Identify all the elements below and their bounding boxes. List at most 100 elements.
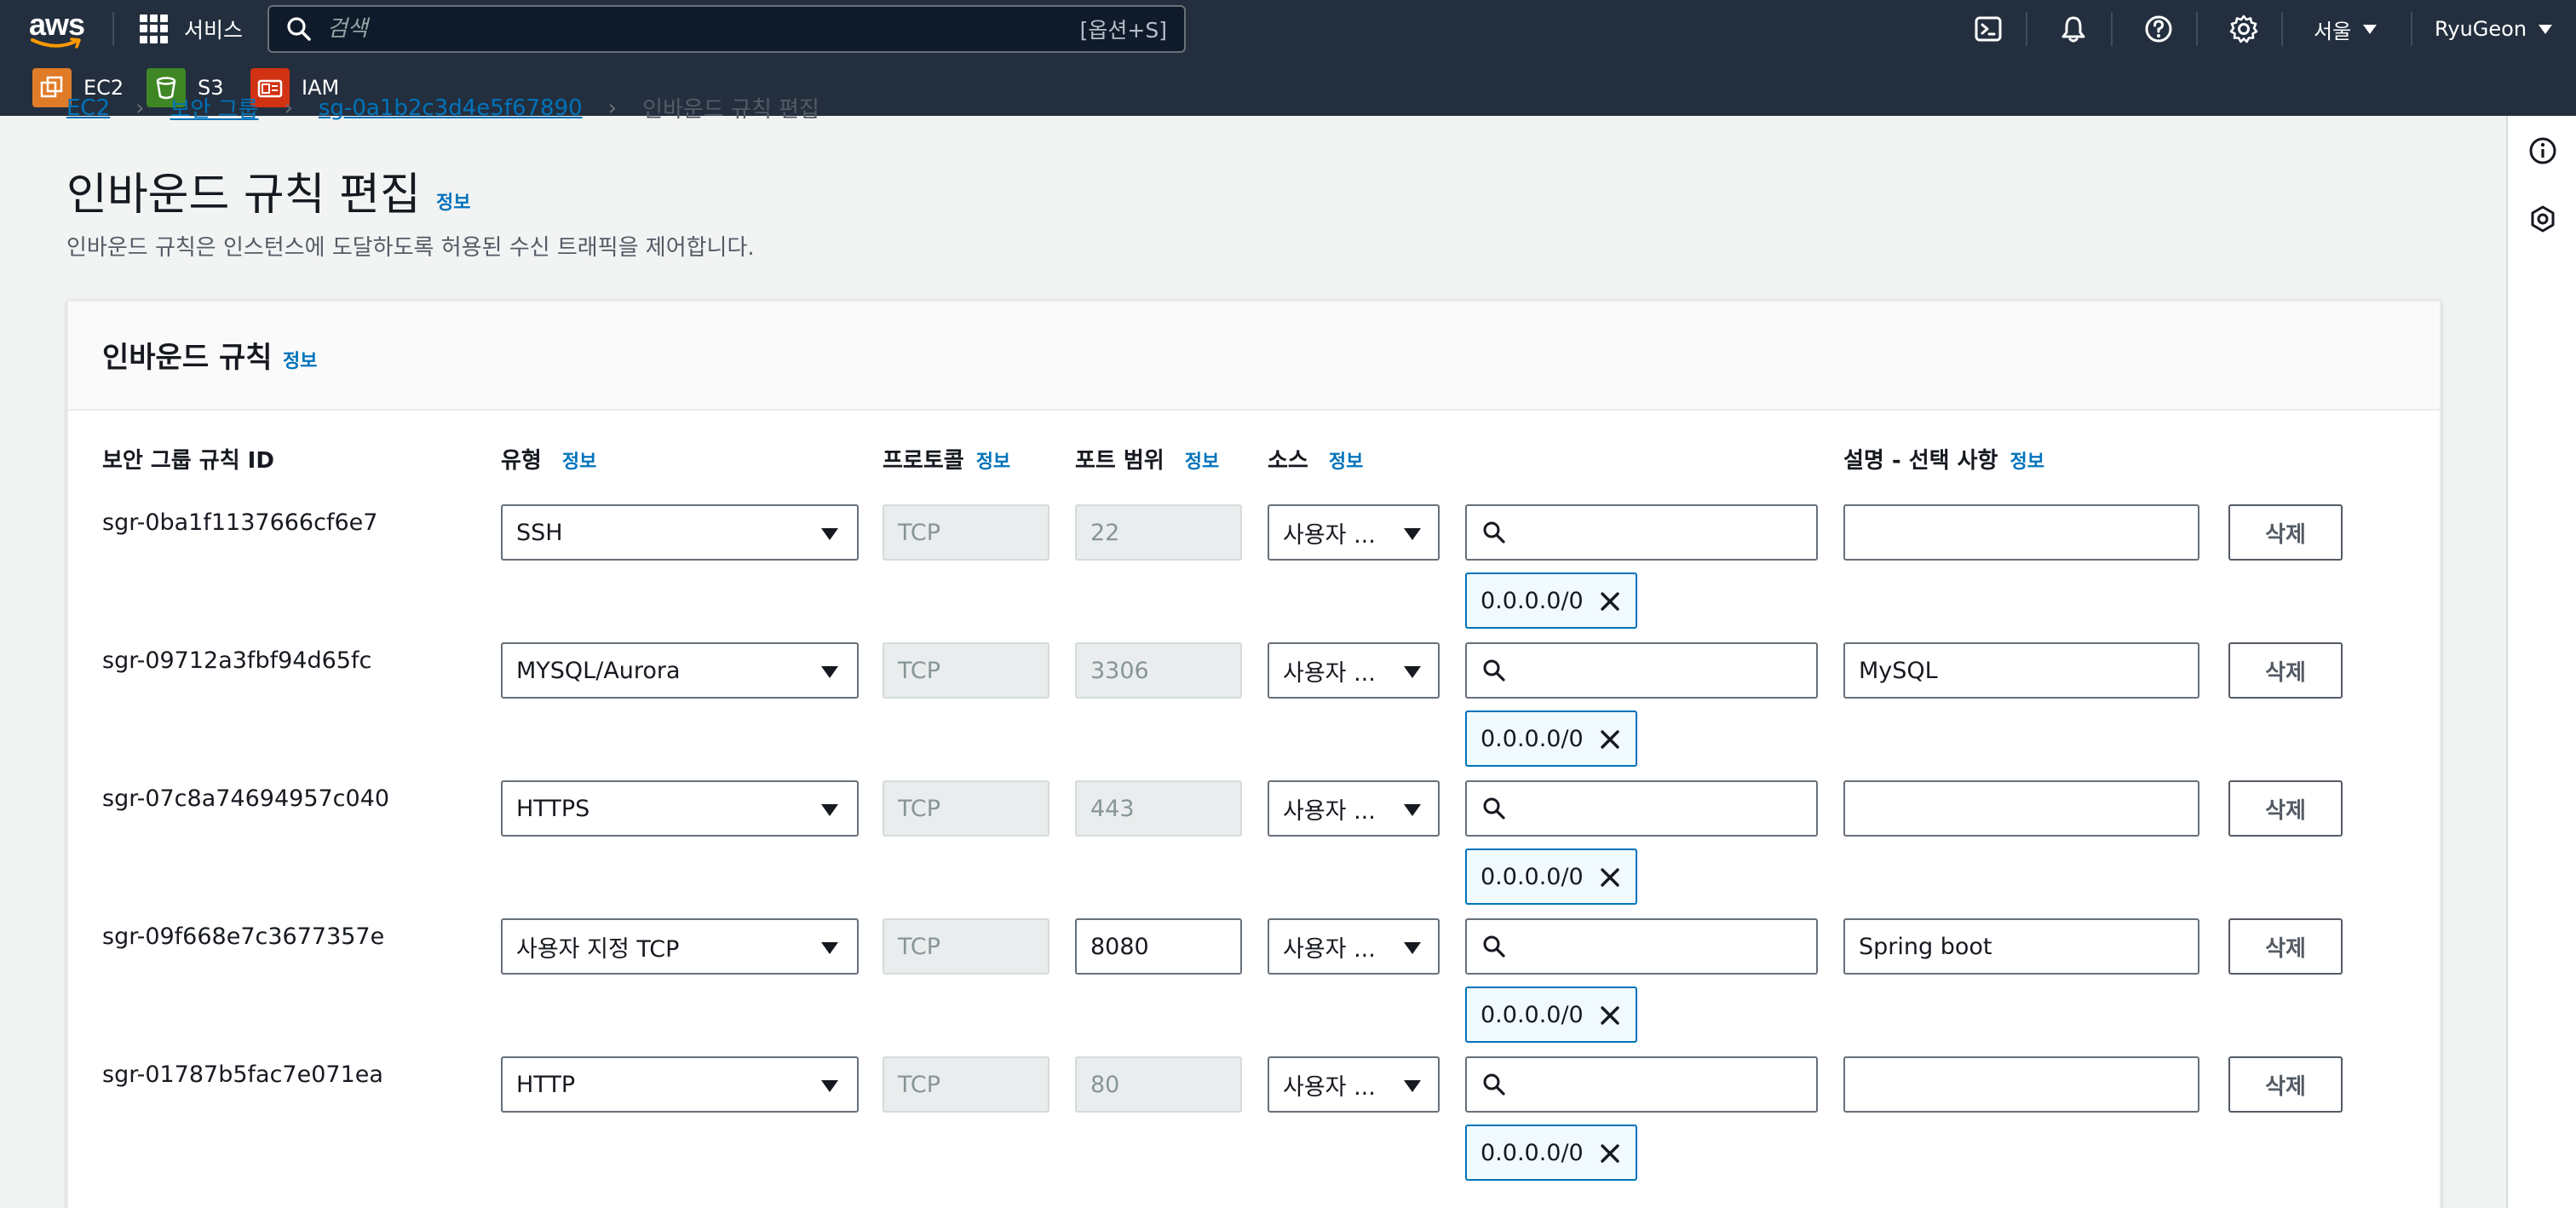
rule-id: sgr-09f668e7c3677357e xyxy=(102,923,385,950)
info-link[interactable]: 정보 xyxy=(562,452,596,473)
close-icon[interactable] xyxy=(1598,1142,1622,1165)
breadcrumb-link[interactable]: EC2 xyxy=(66,95,110,121)
delete-rule-button[interactable]: 삭제 xyxy=(2228,504,2343,561)
description-input[interactable]: Spring boot xyxy=(1843,918,2199,975)
chevron-down-icon xyxy=(2539,24,2553,34)
table-row: sgr-09f668e7c3677357e 사용자 지정 TCP TCP 808… xyxy=(68,918,2440,1056)
type-select[interactable]: SSH xyxy=(501,504,859,561)
description-input[interactable] xyxy=(1843,1056,2199,1113)
cidr-search-input[interactable] xyxy=(1465,1056,1818,1113)
column-header-type: 유형 정보 xyxy=(501,448,597,474)
column-header-rule-id: 보안 그룹 규칙 ID xyxy=(102,448,274,474)
page-info-link[interactable]: 정보 xyxy=(436,187,470,215)
source-type-select[interactable]: 사용자 ... xyxy=(1268,504,1440,561)
settings-gear-icon[interactable] xyxy=(2227,12,2261,46)
services-grid-icon xyxy=(140,14,169,43)
type-select[interactable]: MYSQL/Aurora xyxy=(501,642,859,699)
type-select[interactable]: HTTP xyxy=(501,1056,859,1113)
aws-logo[interactable]: aws xyxy=(29,7,85,49)
caret-down-icon xyxy=(1404,942,1421,954)
caret-down-icon xyxy=(1404,804,1421,816)
nav-divider xyxy=(2111,12,2113,46)
type-select[interactable]: HTTPS xyxy=(501,780,859,837)
cidr-value: 0.0.0.0/0 xyxy=(1481,725,1584,752)
cidr-search-input[interactable] xyxy=(1465,918,1818,975)
search-icon xyxy=(1483,521,1505,544)
search-shortcut-hint: [옵션+S] xyxy=(1079,18,1167,43)
info-link[interactable]: 정보 xyxy=(1185,452,1219,473)
info-link[interactable]: 정보 xyxy=(1329,452,1363,473)
description-input[interactable] xyxy=(1843,780,2199,837)
chevron-down-icon xyxy=(2363,24,2378,34)
cidr-search-input[interactable] xyxy=(1465,642,1818,699)
search-icon xyxy=(1483,1073,1505,1096)
caret-down-icon xyxy=(1404,1080,1421,1092)
table-row: sgr-09712a3fbf94d65fc MYSQL/Aurora TCP 3… xyxy=(68,642,2440,780)
region-label: 서울 xyxy=(2314,19,2352,43)
account-menu[interactable]: RyuGeon xyxy=(2435,12,2553,46)
region-selector[interactable]: 서울 xyxy=(2314,12,2378,46)
services-menu-button[interactable]: 서비스 xyxy=(140,9,243,49)
breadcrumb: EC2 › 보안 그룹 › sg-0a1b2c3d4e5f67890 › 인바운… xyxy=(66,95,833,121)
protocol-field: TCP xyxy=(883,918,1049,975)
description-input[interactable]: MySQL xyxy=(1843,642,2199,699)
rule-id: sgr-01787b5fac7e071ea xyxy=(102,1061,383,1088)
info-link[interactable]: 정보 xyxy=(2010,452,2044,473)
protocol-field: TCP xyxy=(883,1056,1049,1113)
source-type-select[interactable]: 사용자 ... xyxy=(1268,1056,1440,1113)
breadcrumb-link[interactable]: sg-0a1b2c3d4e5f67890 xyxy=(319,95,583,121)
source-type-select[interactable]: 사용자 ... xyxy=(1268,780,1440,837)
close-icon[interactable] xyxy=(1598,728,1622,751)
help-icon[interactable] xyxy=(2142,12,2176,46)
table-row: sgr-01787b5fac7e071ea HTTP TCP 80 사용자 ..… xyxy=(68,1056,2440,1194)
cidr-token: 0.0.0.0/0 xyxy=(1465,1125,1637,1181)
search-icon xyxy=(1483,797,1505,820)
delete-rule-button[interactable]: 삭제 xyxy=(2228,918,2343,975)
chevron-right-icon: › xyxy=(284,95,293,121)
notifications-bell-icon[interactable] xyxy=(2056,12,2090,46)
nav-divider xyxy=(2411,12,2412,46)
source-type-select[interactable]: 사용자 ... xyxy=(1268,642,1440,699)
caret-down-icon xyxy=(821,804,838,816)
nav-divider xyxy=(112,12,114,46)
close-icon[interactable] xyxy=(1598,1004,1622,1027)
panel-info-link[interactable]: 정보 xyxy=(283,346,317,373)
cidr-token: 0.0.0.0/0 xyxy=(1465,710,1637,767)
column-header-port-range: 포트 범위 정보 xyxy=(1075,448,1220,474)
caret-down-icon xyxy=(821,666,838,678)
global-search[interactable]: [옵션+S] xyxy=(267,5,1186,53)
delete-rule-button[interactable]: 삭제 xyxy=(2228,1056,2343,1113)
info-panel-icon[interactable] xyxy=(2527,135,2559,167)
close-icon[interactable] xyxy=(1598,866,1622,889)
port-range-input[interactable]: 8080 xyxy=(1075,918,1242,975)
column-header-protocol: 프로토콜 정보 xyxy=(883,448,1011,474)
column-header-source: 소스 정보 xyxy=(1268,448,1364,474)
caret-down-icon xyxy=(1404,666,1421,678)
source-type-select[interactable]: 사용자 ... xyxy=(1268,918,1440,975)
top-navigation: aws 서비스 [옵션+S] xyxy=(0,0,2576,58)
related-resources-icon[interactable] xyxy=(2527,203,2559,235)
account-name: RyuGeon xyxy=(2435,17,2527,41)
cidr-token: 0.0.0.0/0 xyxy=(1465,848,1637,905)
cidr-token: 0.0.0.0/0 xyxy=(1465,987,1637,1043)
cloudshell-icon[interactable] xyxy=(1971,12,2005,46)
right-tools-rail xyxy=(2506,116,2576,1208)
search-icon xyxy=(1483,659,1505,682)
rule-id: sgr-0ba1f1137666cf6e7 xyxy=(102,509,378,536)
delete-rule-button[interactable]: 삭제 xyxy=(2228,780,2343,837)
nav-divider xyxy=(2196,12,2198,46)
description-input[interactable] xyxy=(1843,504,2199,561)
close-icon[interactable] xyxy=(1598,590,1622,613)
inbound-rules-panel: 인바운드 규칙 정보 보안 그룹 규칙 ID 유형 정보 프로토콜 정보 포트 범위… xyxy=(66,300,2441,1208)
type-select[interactable]: 사용자 지정 TCP xyxy=(501,918,859,975)
aws-smile-icon xyxy=(31,37,81,49)
cidr-search-input[interactable] xyxy=(1465,504,1818,561)
breadcrumb-link[interactable]: 보안 그룹 xyxy=(170,95,259,121)
cidr-search-input[interactable] xyxy=(1465,780,1818,837)
column-header-description: 설명 - 선택 사항 정보 xyxy=(1843,448,2044,474)
caret-down-icon xyxy=(821,942,838,954)
delete-rule-button[interactable]: 삭제 xyxy=(2228,642,2343,699)
search-icon xyxy=(287,17,311,41)
info-link[interactable]: 정보 xyxy=(976,452,1010,473)
search-input[interactable] xyxy=(327,16,1080,42)
